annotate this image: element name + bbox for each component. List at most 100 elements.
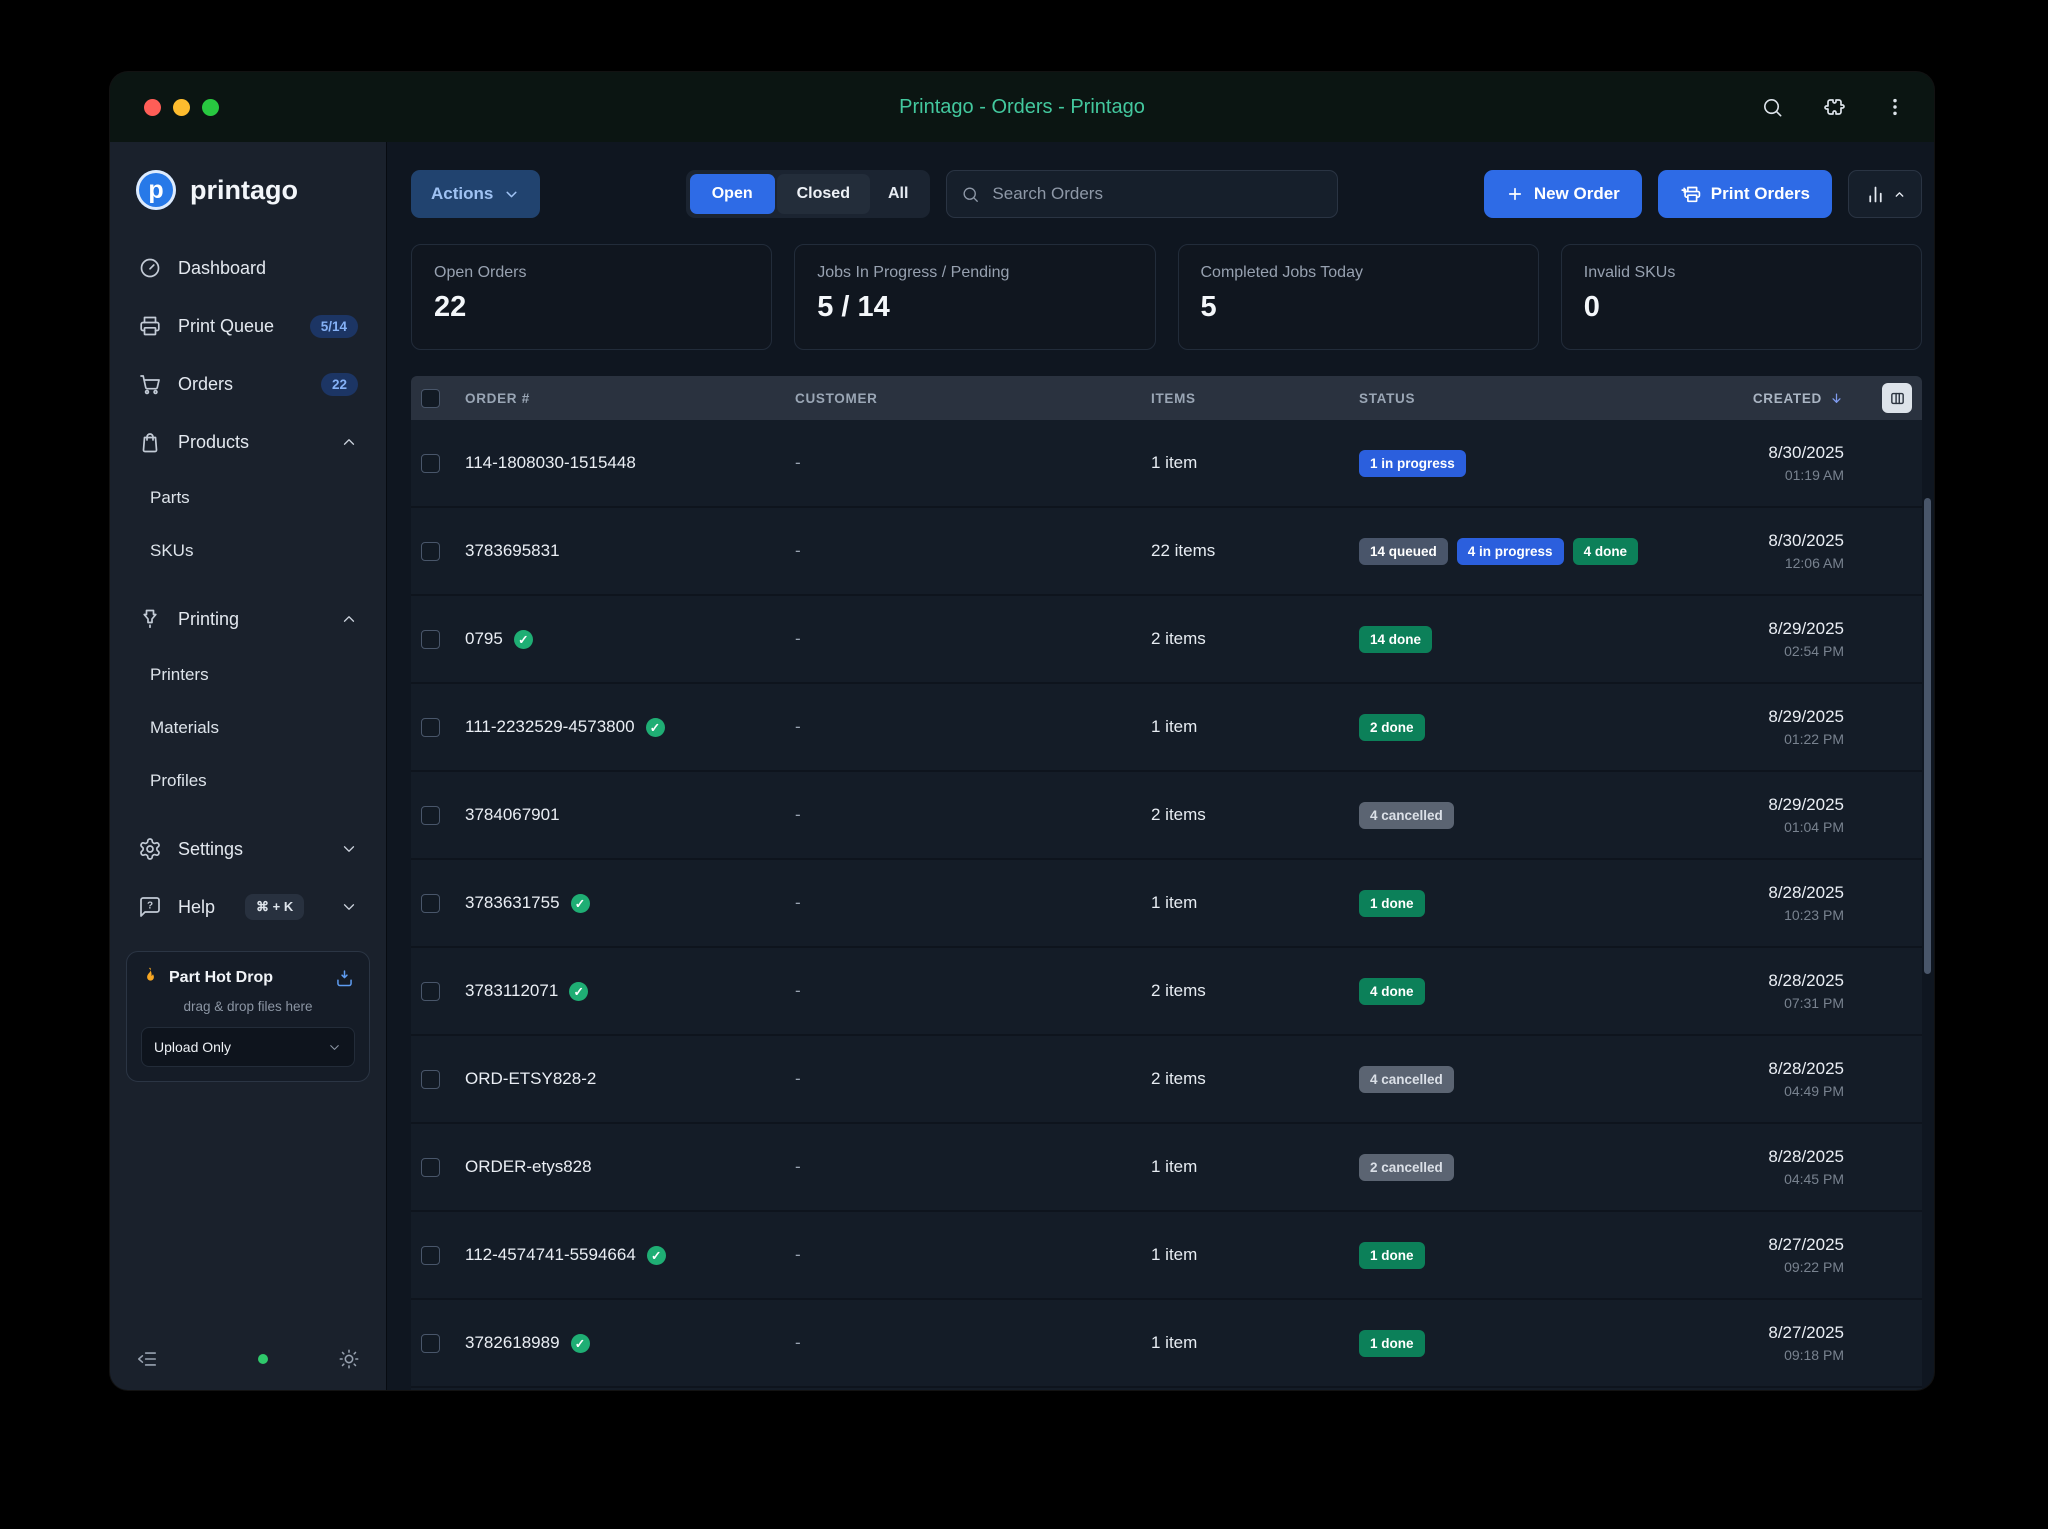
customer-value: -	[787, 1245, 1143, 1265]
collapse-sidebar-icon[interactable]	[136, 1348, 158, 1370]
sidebar: p printago Dashboard Print Queue 5/14	[110, 142, 387, 1390]
chevron-down-icon	[340, 840, 358, 858]
orders-badge: 22	[321, 373, 358, 396]
table-row[interactable]: 0795 ✓ - 2 items 14 done 8/29/2025 02:54…	[411, 596, 1922, 684]
stat-card-jobs-in-progress: Jobs In Progress / Pending 5 / 14	[794, 244, 1155, 350]
row-checkbox[interactable]	[421, 630, 440, 649]
created-time: 10:23 PM	[1672, 907, 1844, 923]
created-date: 8/28/2025	[1672, 1147, 1844, 1167]
table-row[interactable]: ORD-ETSY828-2 - 2 items 4 cancelled 8/28…	[411, 1036, 1922, 1124]
columns-settings-button[interactable]	[1882, 383, 1912, 413]
sidebar-item-help[interactable]: ? Help ⌘ + K	[120, 879, 376, 935]
filter-all-tab[interactable]: All	[870, 174, 926, 214]
customer-value: -	[787, 893, 1143, 913]
hot-drop-title: Part Hot Drop	[169, 969, 325, 987]
column-header-items[interactable]: ITEMS	[1143, 391, 1351, 406]
verified-icon: ✓	[514, 630, 533, 649]
column-header-customer[interactable]: CUSTOMER	[787, 391, 1143, 406]
actions-button[interactable]: Actions	[411, 170, 540, 218]
status-badge: 14 queued	[1359, 538, 1448, 565]
row-checkbox[interactable]	[421, 894, 440, 913]
search-icon[interactable]	[1761, 96, 1784, 119]
stats-toggle-button[interactable]	[1848, 170, 1922, 218]
status-badges: 4 cancelled	[1351, 1066, 1672, 1093]
order-number: ORD-ETSY828-2	[465, 1069, 596, 1089]
sidebar-item-print-queue[interactable]: Print Queue 5/14	[120, 298, 376, 354]
table-row[interactable]: 3782618989 ✓ - 1 item 1 done 8/27/2025 0…	[411, 1300, 1922, 1388]
row-checkbox[interactable]	[421, 982, 440, 1001]
hot-drop-mode-value: Upload Only	[154, 1039, 231, 1055]
table-row[interactable]: 3783112071 ✓ - 2 items 4 done 8/28/2025 …	[411, 948, 1922, 1036]
created-date: 8/27/2025	[1672, 1323, 1844, 1343]
search-orders-input[interactable]	[990, 183, 1323, 205]
status-badge: 4 cancelled	[1359, 802, 1454, 829]
table-row[interactable]: 111-2232529-4573800 ✓ - 1 item 2 done 8/…	[411, 684, 1922, 772]
status-badge: 2 done	[1359, 714, 1425, 741]
created-date: 8/28/2025	[1672, 883, 1844, 903]
column-header-order[interactable]: ORDER #	[457, 391, 787, 406]
sidebar-item-profiles[interactable]: Profiles	[120, 755, 376, 807]
table-scrollbar[interactable]	[1924, 498, 1931, 974]
status-badge: 4 done	[1359, 978, 1425, 1005]
sidebar-item-printing[interactable]: Printing	[120, 591, 376, 647]
titlebar: Printago - Orders - Printago	[110, 72, 1934, 142]
minimize-window-button[interactable]	[173, 99, 190, 116]
items-value: 2 items	[1143, 981, 1351, 1001]
window-menu-icon[interactable]	[1884, 96, 1906, 118]
stat-card-completed-jobs: Completed Jobs Today 5	[1178, 244, 1539, 350]
table-row[interactable]: ORDER-etys828 - 1 item 2 cancelled 8/28/…	[411, 1124, 1922, 1212]
order-number: 0795	[465, 629, 503, 649]
table-row[interactable]: 114-1808030-1515448 - 1 item 1 in progre…	[411, 420, 1922, 508]
row-checkbox[interactable]	[421, 718, 440, 737]
sidebar-item-dashboard[interactable]: Dashboard	[120, 240, 376, 296]
new-order-button[interactable]: New Order	[1484, 170, 1642, 218]
filter-open-tab[interactable]: Open	[690, 174, 775, 214]
row-checkbox[interactable]	[421, 1334, 440, 1353]
verified-icon: ✓	[571, 894, 590, 913]
theme-icon[interactable]	[338, 1348, 360, 1370]
printago-logo-icon: p	[136, 170, 176, 210]
print-queue-badge: 5/14	[310, 315, 358, 338]
row-checkbox[interactable]	[421, 542, 440, 561]
actions-label: Actions	[431, 184, 493, 204]
row-checkbox[interactable]	[421, 1158, 440, 1177]
sidebar-item-products[interactable]: Products	[120, 414, 376, 470]
hot-drop-hint: drag & drop files here	[141, 999, 355, 1014]
status-badge: 1 done	[1359, 890, 1425, 917]
status-badge: 1 in progress	[1359, 450, 1466, 477]
zoom-window-button[interactable]	[202, 99, 219, 116]
part-hot-drop-zone[interactable]: Part Hot Drop drag & drop files here Upl…	[126, 951, 370, 1082]
sidebar-item-parts[interactable]: Parts	[120, 472, 376, 524]
row-checkbox[interactable]	[421, 454, 440, 473]
table-row[interactable]: 3783631755 ✓ - 1 item 1 done 8/28/2025 1…	[411, 860, 1922, 948]
chart-icon	[1865, 184, 1886, 205]
extensions-icon[interactable]	[1822, 95, 1846, 119]
created-value: 8/27/2025 09:18 PM	[1672, 1323, 1922, 1363]
stat-card-open-orders: Open Orders 22	[411, 244, 772, 350]
sidebar-item-printers[interactable]: Printers	[120, 649, 376, 701]
chevron-down-icon	[340, 898, 358, 916]
print-orders-button[interactable]: Print Orders	[1658, 170, 1832, 218]
hot-drop-mode-select[interactable]: Upload Only	[141, 1027, 355, 1067]
chevron-up-icon	[340, 433, 358, 451]
sidebar-item-skus[interactable]: SKUs	[120, 525, 376, 577]
close-window-button[interactable]	[144, 99, 161, 116]
stat-value: 22	[434, 291, 749, 324]
column-header-status[interactable]: STATUS	[1351, 391, 1672, 406]
filter-closed-tab[interactable]: Closed	[777, 174, 870, 214]
row-checkbox[interactable]	[421, 1070, 440, 1089]
sidebar-item-materials[interactable]: Materials	[120, 702, 376, 754]
table-row[interactable]: 3783695831 - 22 items 14 queued4 in prog…	[411, 508, 1922, 596]
status-badge: 4 done	[1573, 538, 1639, 565]
table-row[interactable]: 112-4574741-5594664 ✓ - 1 item 1 done 8/…	[411, 1212, 1922, 1300]
created-date: 8/28/2025	[1672, 971, 1844, 991]
sidebar-item-settings[interactable]: Settings	[120, 821, 376, 877]
table-row[interactable]: 3784067901 - 2 items 4 cancelled 8/29/20…	[411, 772, 1922, 860]
select-all-checkbox[interactable]	[421, 389, 440, 408]
sidebar-item-orders[interactable]: Orders 22	[120, 356, 376, 412]
created-time: 12:06 AM	[1672, 555, 1844, 571]
row-checkbox[interactable]	[421, 1246, 440, 1265]
status-badges: 2 cancelled	[1351, 1154, 1672, 1181]
row-checkbox[interactable]	[421, 806, 440, 825]
hot-drop-slot-icon[interactable]	[334, 968, 355, 989]
